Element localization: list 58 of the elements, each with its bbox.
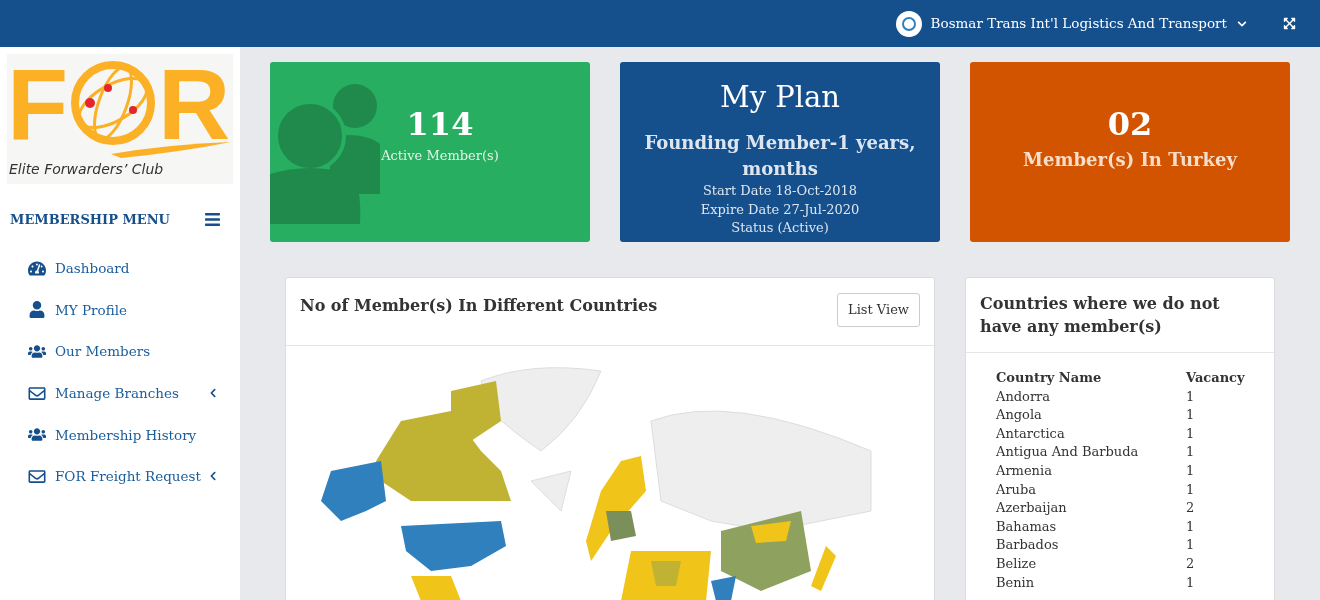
logo-tagline: Elite Forwarders’ Club xyxy=(8,160,165,179)
sidebar-item[interactable]: MY Profile xyxy=(0,289,240,331)
sidebar-item[interactable]: Our Members xyxy=(0,330,240,373)
plan-detail: Expire Date 27-Jul-2020 xyxy=(700,200,860,219)
list-view-button[interactable]: List View xyxy=(837,293,920,327)
table-cell-text: Bahamas xyxy=(996,517,1058,536)
menu-title: MEMBERSHIP MENU xyxy=(10,211,170,229)
table-cell-text: 1 xyxy=(1186,573,1196,592)
table-cell-text: 1 xyxy=(1186,443,1196,462)
envelope-icon xyxy=(28,467,46,485)
dashboard-icon xyxy=(28,259,46,277)
column-header: Vacancy xyxy=(1186,369,1246,387)
plan-detail: Status (Active) xyxy=(731,219,829,237)
stat-label: Active Member(s) xyxy=(381,147,499,165)
table-cell: Azerbaijan xyxy=(996,499,1186,518)
table-cell-text: Andorra xyxy=(996,387,1052,406)
table-cell-text: Angola xyxy=(996,406,1043,425)
sidebar-item[interactable]: FOR Freight Request xyxy=(0,455,240,498)
envelope-icon xyxy=(28,384,46,402)
stat-label: Member(s) In Turkey xyxy=(1023,148,1237,172)
table-cell-text: Aruba xyxy=(996,480,1038,499)
table-cell-text: 1 xyxy=(1186,406,1196,425)
table-cell-text: Antarctica xyxy=(996,424,1066,443)
users-icon xyxy=(28,343,46,360)
caret-icon xyxy=(1237,18,1247,29)
table-cell-text: 1 xyxy=(1186,387,1196,406)
panel-title: No of Member(s) In Different Countries xyxy=(300,295,658,317)
logo-letter: F xyxy=(7,54,69,154)
stat-value: 114 xyxy=(406,104,474,144)
table-cell: Belize xyxy=(996,554,1186,574)
plan-name: Founding Member-1 years, months xyxy=(643,131,917,181)
users-icon xyxy=(28,426,46,444)
stat-value: 02 xyxy=(1107,104,1153,144)
user-icon xyxy=(28,301,46,319)
plan-title: My Plan xyxy=(719,79,841,116)
sidebar-item[interactable]: Dashboard xyxy=(0,247,240,290)
panel-title: Countries where we do not have any member(s) xyxy=(980,293,1221,338)
logo-letter: R xyxy=(158,54,231,154)
table-cell-text: 1 xyxy=(1186,461,1196,480)
sidebar-item[interactable]: Manage Branches xyxy=(0,372,240,414)
menu-toggle-button[interactable] xyxy=(204,211,221,229)
table-cell-text: 2 xyxy=(1186,499,1196,518)
company-avatar xyxy=(895,10,922,37)
table-cell-text: Barbados xyxy=(996,536,1060,555)
table-cell-text: 1 xyxy=(1186,424,1196,443)
table-cell-text: 1 xyxy=(1186,480,1196,499)
fullscreen-button[interactable] xyxy=(1283,17,1296,30)
account-menu[interactable]: Bosmar Trans Int'l Logistics And Transport xyxy=(895,10,1247,37)
table-cell-text: 1 xyxy=(1186,517,1196,536)
column-header: Country Name xyxy=(996,369,1186,388)
sidebar-item[interactable]: Membership History xyxy=(0,413,240,456)
table-cell-text: 1 xyxy=(1186,536,1196,555)
table-cell-text: Armenia xyxy=(996,461,1053,480)
table-cell-text: Antigua And Barbuda xyxy=(996,443,1140,462)
swoosh-icon xyxy=(111,142,231,158)
table-cell-text: 2 xyxy=(1186,554,1196,573)
plan-detail: Start Date 18-Oct-2018 xyxy=(702,182,858,200)
table-cell-text: Benin xyxy=(996,573,1036,592)
